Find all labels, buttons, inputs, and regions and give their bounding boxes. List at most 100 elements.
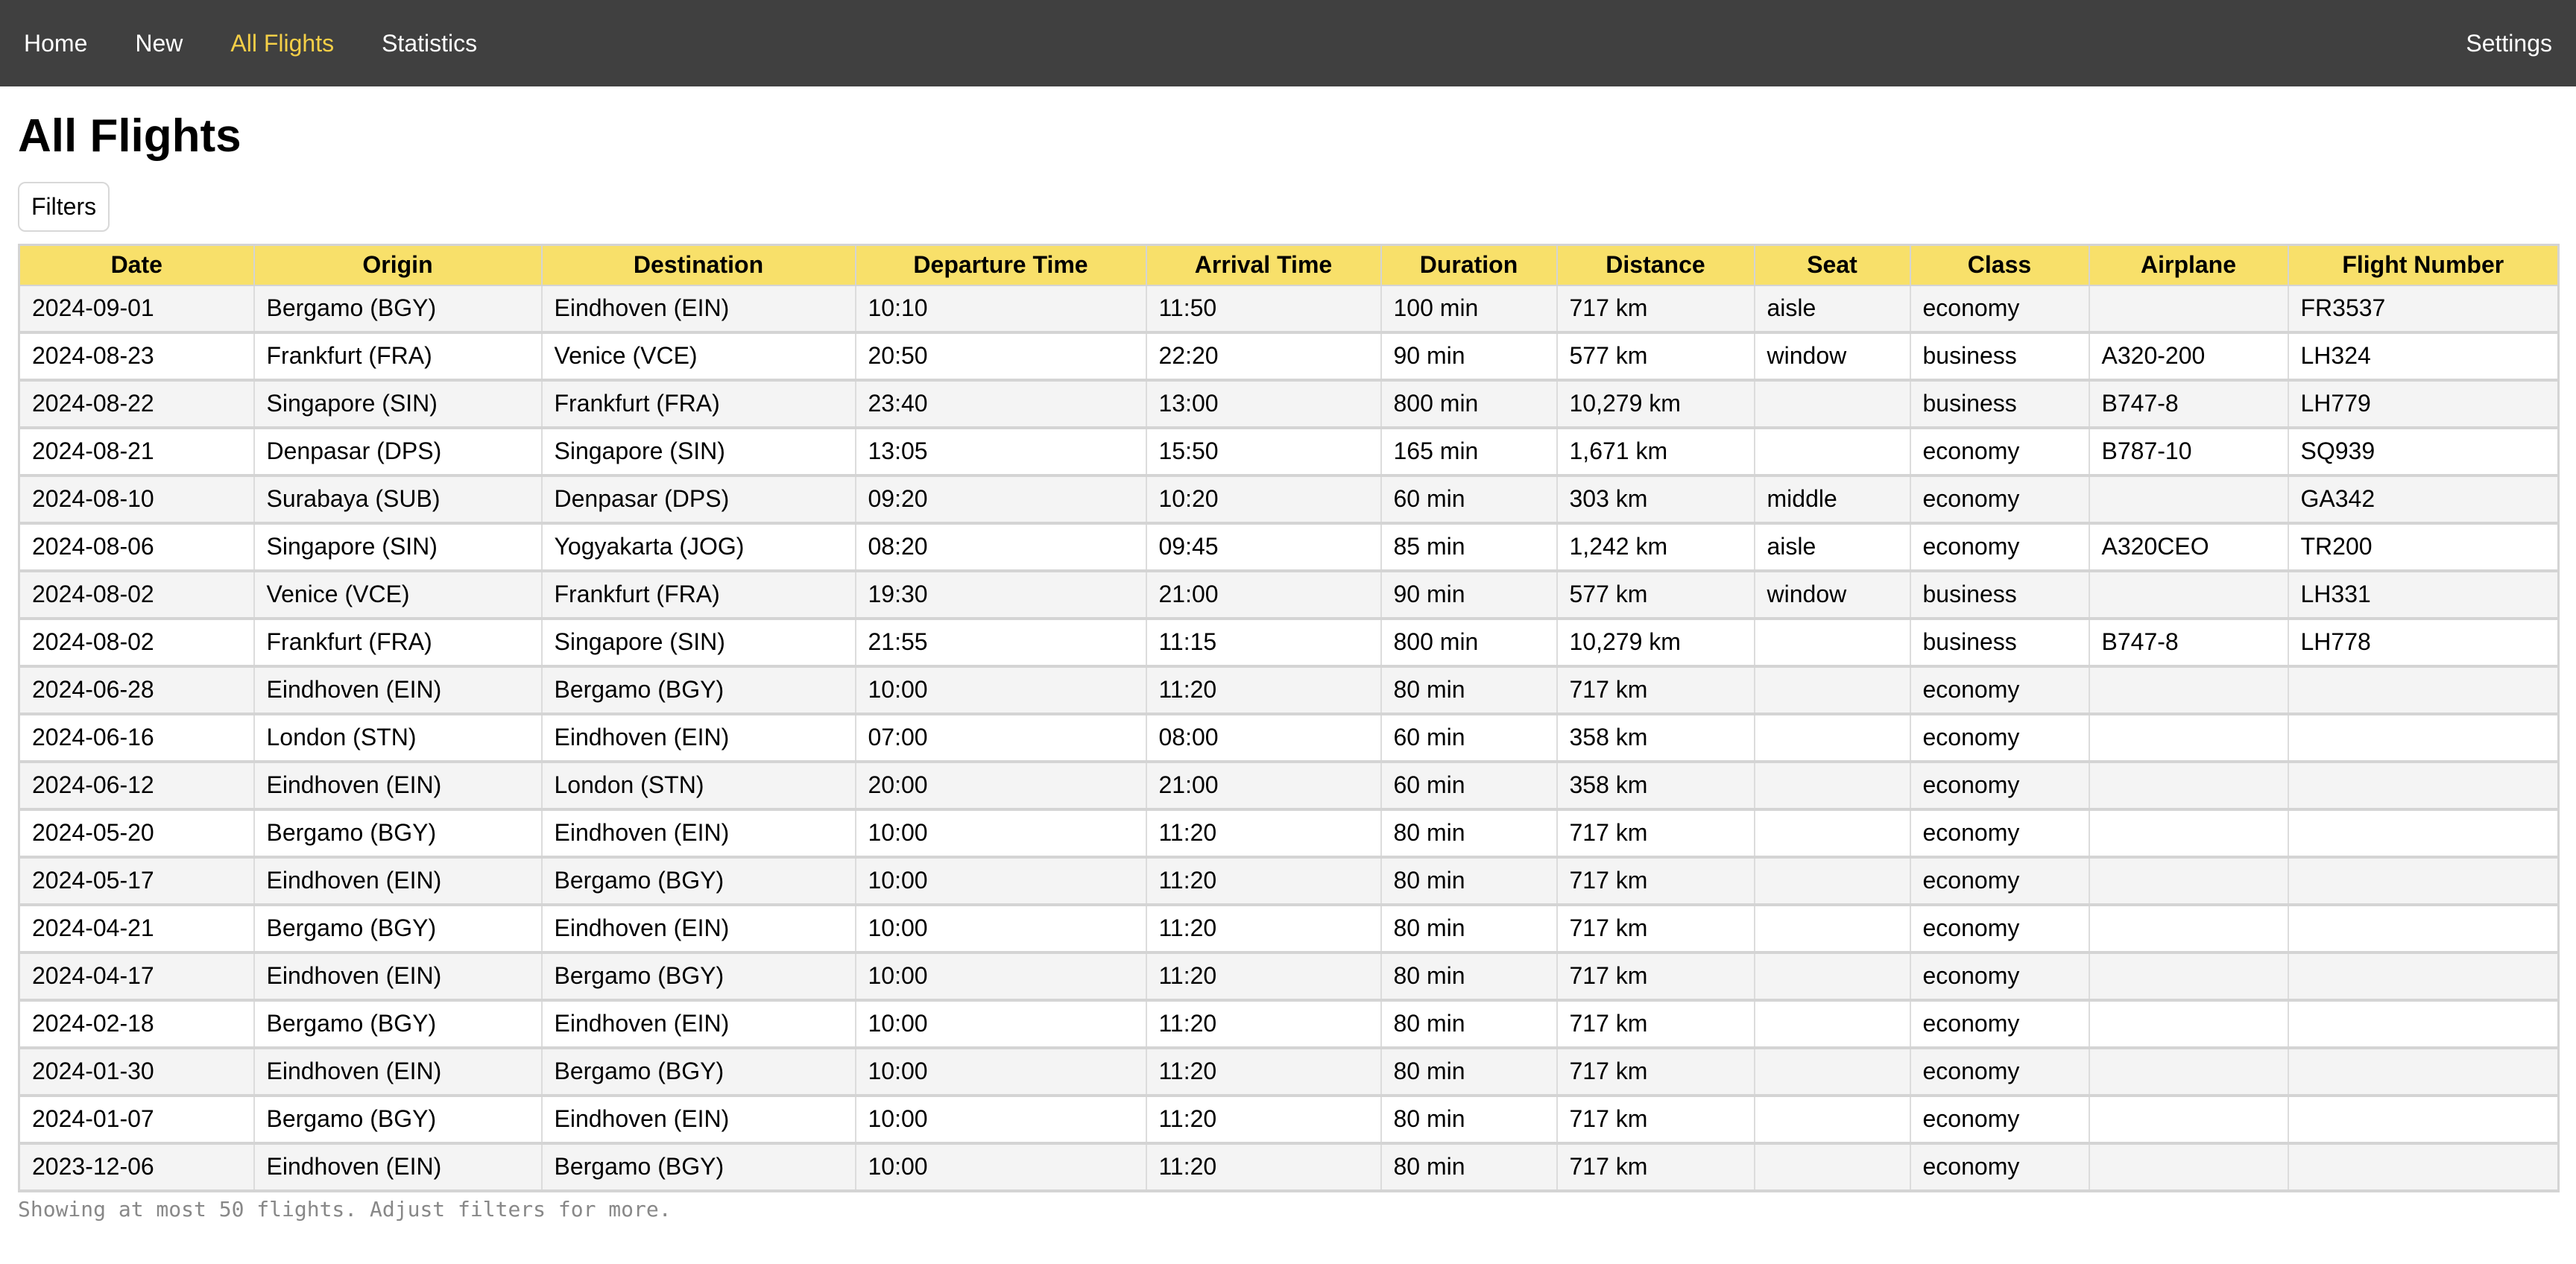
table-row[interactable]: 2024-06-28 Eindhoven (EIN) Bergamo (BGY) 10… — [18, 666, 2560, 715]
cell-duration: 100 min — [1380, 285, 1558, 334]
nav-item-statistics[interactable]: Statistics — [382, 31, 477, 55]
cell-distance: 577 km — [1556, 332, 1755, 382]
cell-arrival-time: 11:20 — [1145, 1143, 1382, 1192]
cell-seat: window — [1753, 332, 1911, 382]
cell-distance: 303 km — [1556, 475, 1755, 525]
cell-distance: 717 km — [1556, 809, 1755, 859]
cell-destination: Eindhoven (EIN) — [540, 999, 856, 1049]
table-header: Date Origin Destination Departure Time Arriv… — [18, 244, 2560, 286]
cell-class: business — [1909, 379, 2090, 429]
column-header-origin[interactable]: Origin — [253, 244, 543, 286]
cell-origin: Eindhoven (EIN) — [253, 1143, 543, 1192]
column-header-class[interactable]: Class — [1909, 244, 2090, 286]
cell-departure-time: 10:00 — [854, 952, 1147, 1002]
table-row[interactable]: 2024-04-17 Eindhoven (EIN) Bergamo (BGY) 10… — [18, 952, 2560, 1002]
table-row[interactable]: 2024-08-21 Denpasar (DPS) Singapore (SIN) 1… — [18, 427, 2560, 477]
nav-item-settings[interactable]: Settings — [2466, 30, 2552, 57]
cell-departure-time: 10:00 — [854, 1143, 1147, 1192]
table-row[interactable]: 2024-08-02 Venice (VCE) Frankfurt (FRA) 19:… — [18, 570, 2560, 620]
cell-airplane — [2088, 713, 2289, 763]
cell-arrival-time: 09:45 — [1145, 522, 1382, 572]
cell-seat: window — [1753, 570, 1911, 620]
table-row[interactable]: 2024-05-17 Eindhoven (EIN) Bergamo (BGY) 10… — [18, 856, 2560, 906]
table-row[interactable]: 2024-01-07 Bergamo (BGY) Eindhoven (EIN) 10… — [18, 1095, 2560, 1145]
cell-seat — [1753, 666, 1911, 715]
header-row: Date Origin Destination Departure Time Arriv… — [18, 244, 2560, 286]
cell-seat — [1753, 1095, 1911, 1145]
cell-date: 2024-08-02 — [18, 570, 255, 620]
column-header-airplane[interactable]: Airplane — [2088, 244, 2289, 286]
cell-flight-number: LH779 — [2287, 379, 2560, 429]
nav-right: Settings — [2466, 31, 2552, 55]
cell-arrival-time: 11:20 — [1145, 856, 1382, 906]
column-header-flight-number[interactable]: Flight Number — [2287, 244, 2560, 286]
cell-flight-number: SQ939 — [2287, 427, 2560, 477]
cell-duration: 60 min — [1380, 475, 1558, 525]
cell-departure-time: 10:00 — [854, 1047, 1147, 1097]
table-row[interactable]: 2024-08-06 Singapore (SIN) Yogyakarta (JOG… — [18, 522, 2560, 572]
cell-destination: Eindhoven (EIN) — [540, 904, 856, 954]
table-row[interactable]: 2024-08-02 Frankfurt (FRA) Singapore (SIN)… — [18, 618, 2560, 668]
cell-departure-time: 23:40 — [854, 379, 1147, 429]
column-header-destination[interactable]: Destination — [540, 244, 856, 286]
column-header-distance[interactable]: Distance — [1556, 244, 1755, 286]
cell-destination: Singapore (SIN) — [540, 427, 856, 477]
nav-item-home[interactable]: Home — [24, 31, 87, 55]
cell-origin: Eindhoven (EIN) — [253, 1047, 543, 1097]
table-row[interactable]: 2024-08-23 Frankfurt (FRA) Venice (VCE) 20:… — [18, 332, 2560, 382]
table-row[interactable]: 2024-05-20 Bergamo (BGY) Eindhoven (EIN) 10… — [18, 809, 2560, 859]
cell-origin: Bergamo (BGY) — [253, 285, 543, 334]
table-row[interactable]: 2024-06-12 Eindhoven (EIN) London (STN) 20:… — [18, 761, 2560, 811]
table-row[interactable]: 2024-06-16 London (STN) Eindhoven (EIN) 07:… — [18, 713, 2560, 763]
cell-flight-number — [2287, 904, 2560, 954]
cell-duration: 80 min — [1380, 1095, 1558, 1145]
cell-airplane — [2088, 856, 2289, 906]
cell-arrival-time: 15:50 — [1145, 427, 1382, 477]
cell-class: economy — [1909, 285, 2090, 334]
cell-seat: aisle — [1753, 285, 1911, 334]
cell-departure-time: 08:20 — [854, 522, 1147, 572]
cell-origin: Bergamo (BGY) — [253, 1095, 543, 1145]
cell-flight-number — [2287, 999, 2560, 1049]
cell-flight-number: LH778 — [2287, 618, 2560, 668]
cell-class: economy — [1909, 427, 2090, 477]
column-header-departure-time[interactable]: Departure Time — [854, 244, 1147, 286]
cell-departure-time: 10:00 — [854, 809, 1147, 859]
column-header-seat[interactable]: Seat — [1753, 244, 1911, 286]
nav-item-new[interactable]: New — [135, 31, 183, 55]
cell-duration: 80 min — [1380, 809, 1558, 859]
table-row[interactable]: 2024-09-01 Bergamo (BGY) Eindhoven (EIN) 10… — [18, 285, 2560, 334]
cell-destination: Eindhoven (EIN) — [540, 809, 856, 859]
cell-date: 2024-08-23 — [18, 332, 255, 382]
cell-arrival-time: 11:15 — [1145, 618, 1382, 668]
cell-departure-time: 10:00 — [854, 904, 1147, 954]
cell-arrival-time: 11:20 — [1145, 1047, 1382, 1097]
cell-airplane — [2088, 285, 2289, 334]
cell-distance: 358 km — [1556, 761, 1755, 811]
cell-origin: Singapore (SIN) — [253, 379, 543, 429]
table-row[interactable]: 2024-02-18 Bergamo (BGY) Eindhoven (EIN) 10… — [18, 999, 2560, 1049]
table-row[interactable]: 2024-08-10 Surabaya (SUB) Denpasar (DPS) 09… — [18, 475, 2560, 525]
table-row[interactable]: 2023-12-06 Eindhoven (EIN) Bergamo (BGY) 10… — [18, 1143, 2560, 1192]
cell-departure-time: 19:30 — [854, 570, 1147, 620]
cell-arrival-time: 13:00 — [1145, 379, 1382, 429]
cell-duration: 80 min — [1380, 1047, 1558, 1097]
cell-duration: 80 min — [1380, 952, 1558, 1002]
cell-class: economy — [1909, 1047, 2090, 1097]
table-row[interactable]: 2024-01-30 Eindhoven (EIN) Bergamo (BGY) 10… — [18, 1047, 2560, 1097]
nav-item-all-flights[interactable]: All Flights — [230, 31, 334, 55]
cell-departure-time: 07:00 — [854, 713, 1147, 763]
cell-airplane — [2088, 1143, 2289, 1192]
column-header-duration[interactable]: Duration — [1380, 244, 1558, 286]
cell-flight-number — [2287, 809, 2560, 859]
table-row[interactable]: 2024-04-21 Bergamo (BGY) Eindhoven (EIN) 10… — [18, 904, 2560, 954]
cell-departure-time: 20:50 — [854, 332, 1147, 382]
cell-origin: Frankfurt (FRA) — [253, 618, 543, 668]
cell-class: economy — [1909, 904, 2090, 954]
cell-class: economy — [1909, 952, 2090, 1002]
column-header-arrival-time[interactable]: Arrival Time — [1145, 244, 1382, 286]
table-row[interactable]: 2024-08-22 Singapore (SIN) Frankfurt (FRA)… — [18, 379, 2560, 429]
column-header-date[interactable]: Date — [18, 244, 255, 286]
filters-button[interactable]: Filters — [18, 182, 110, 232]
cell-duration: 800 min — [1380, 618, 1558, 668]
